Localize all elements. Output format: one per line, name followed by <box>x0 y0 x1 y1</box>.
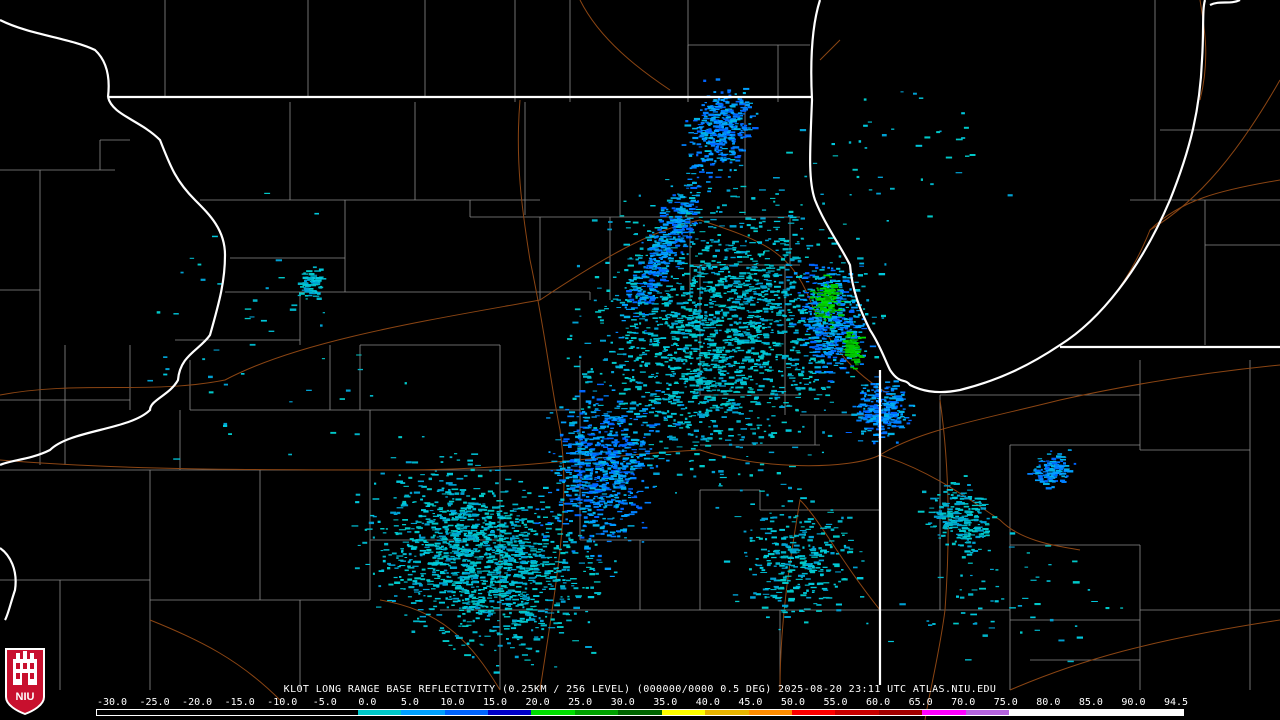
scale-segment <box>401 710 445 715</box>
radar-caption: KLOT LONG RANGE BASE REFLECTIVITY (0.25K… <box>283 684 997 695</box>
scale-label: 75.0 <box>993 697 1018 708</box>
scale-label: 70.0 <box>951 697 976 708</box>
scale-segment <box>314 710 358 715</box>
scale-label: 25.0 <box>568 697 593 708</box>
color-scale-labels: -30.0 -25.0 -20.0 -15.0 -10.0 -5.0 0.0 5.0 10.0 1… <box>0 697 1280 709</box>
scale-segment <box>705 710 749 715</box>
scale-label: -20.0 <box>182 697 213 708</box>
scale-label: 5.0 <box>400 697 419 708</box>
scale-segment <box>965 710 1010 715</box>
scale-label: -15.0 <box>224 697 255 708</box>
radar-map-canvas <box>0 0 1280 720</box>
scale-segment <box>97 710 141 715</box>
scale-label: 55.0 <box>823 697 848 708</box>
scale-segment <box>1096 710 1140 715</box>
scale-label: 40.0 <box>695 697 720 708</box>
scale-segment <box>878 710 923 715</box>
scale-segment <box>227 710 271 715</box>
scale-segment <box>444 710 488 715</box>
scale-segment <box>1009 710 1053 715</box>
scale-segment <box>661 710 706 715</box>
radar-map: NIU KLOT LONG RANGE BASE REFLECTIVITY (0… <box>0 0 1280 720</box>
scale-segment <box>487 710 532 715</box>
radar-echoes <box>147 78 1124 674</box>
scale-label: 35.0 <box>653 697 678 708</box>
scale-segment <box>531 710 575 715</box>
scale-segment <box>357 710 402 715</box>
scale-label: 10.0 <box>440 697 465 708</box>
scale-label: 50.0 <box>780 697 805 708</box>
scale-segment <box>835 710 879 715</box>
scale-label: -10.0 <box>267 697 298 708</box>
scale-label: 15.0 <box>482 697 508 708</box>
scale-segment <box>922 710 966 715</box>
scale-label: 94.5 <box>1163 697 1189 708</box>
scale-segment <box>183 710 228 715</box>
scale-segment <box>748 710 792 715</box>
scale-label: -5.0 <box>312 697 337 708</box>
scale-label: 60.0 <box>866 697 891 708</box>
scale-label: 80.0 <box>1036 697 1061 708</box>
color-scale-bar <box>96 709 1184 716</box>
scale-label: 20.0 <box>525 697 550 708</box>
scale-segment <box>270 710 315 715</box>
scale-segment <box>792 710 836 715</box>
scale-label: -25.0 <box>139 697 170 708</box>
scale-segment <box>574 710 619 715</box>
county-borders <box>0 0 1280 690</box>
scale-segment <box>1139 710 1183 715</box>
scale-label: 45.0 <box>738 697 763 708</box>
scale-segment <box>1052 710 1097 715</box>
scale-segment <box>618 710 662 715</box>
scale-label: -30.0 <box>96 697 128 708</box>
scale-label: 30.0 <box>610 697 635 708</box>
scale-label: 0.0 <box>358 697 377 708</box>
scale-segment <box>140 710 184 715</box>
scale-label: 90.0 <box>1121 697 1146 708</box>
scale-label: 85.0 <box>1078 697 1103 708</box>
highways <box>0 0 1280 720</box>
scale-label: 65.0 <box>908 697 933 708</box>
